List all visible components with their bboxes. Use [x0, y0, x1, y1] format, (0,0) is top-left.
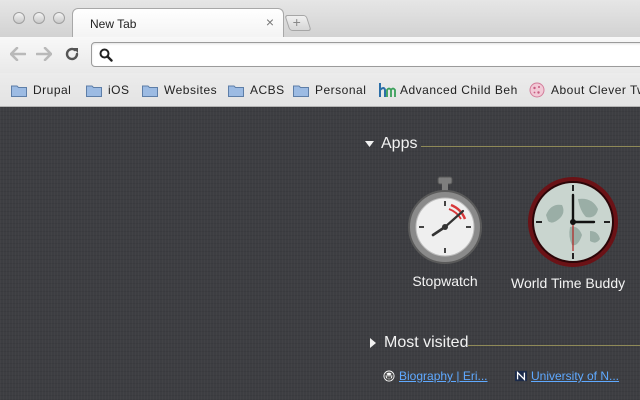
tab-new-tab[interactable]: New Tab × — [72, 8, 284, 38]
app-world-time-buddy[interactable]: World Time Buddy — [511, 175, 640, 291]
tab-title: New Tab — [90, 17, 137, 31]
app-stopwatch[interactable]: Stopwatch — [390, 175, 500, 289]
bookmark-label: Drupal — [33, 83, 72, 97]
bookmark-advanced-child-behavior[interactable]: Advanced Child Beha — [378, 79, 518, 101]
bookmark-label: ACBS — [250, 83, 285, 97]
apps-section-header[interactable]: Apps — [364, 135, 417, 153]
tab-strip: New Tab × + — [0, 0, 640, 38]
plus-icon: + — [292, 14, 301, 30]
reload-icon — [65, 47, 79, 61]
new-tab-page: Apps Stopwatch World Time Buddy Most vis… — [0, 107, 640, 400]
back-arrow-icon — [10, 47, 26, 61]
apps-header-label: Apps — [381, 135, 418, 152]
browser-window: New Tab × + Drupal iOS Websites ACBS Per… — [0, 0, 640, 400]
bookmark-label: About Clever Tw — [551, 83, 640, 97]
most-visited-item[interactable]: Biography | Eri... — [383, 369, 488, 383]
cookie-icon — [529, 82, 545, 98]
n-logo-icon — [515, 370, 527, 382]
omnibox-input[interactable] — [91, 42, 640, 67]
forward-arrow-icon — [36, 47, 52, 61]
wordpress-icon — [383, 370, 395, 382]
bookmark-about-clever-twist[interactable]: About Clever Tw — [529, 79, 640, 101]
most-visited-header-label: Most visited — [384, 334, 469, 351]
bookmark-label: Websites — [164, 83, 218, 97]
most-visited-item[interactable]: University of N... — [515, 369, 619, 383]
tab-close-icon[interactable]: × — [266, 15, 274, 29]
bookmark-label: Personal — [315, 83, 367, 97]
world-clock-icon — [528, 177, 618, 267]
folder-icon — [293, 84, 309, 97]
stopwatch-icon — [408, 176, 482, 264]
folder-icon — [142, 84, 158, 97]
bookmark-personal[interactable]: Personal — [293, 79, 366, 101]
bookmark-label: Advanced Child Beha — [400, 83, 518, 97]
toolbar — [0, 37, 640, 73]
bookmark-websites[interactable]: Websites — [142, 79, 217, 101]
reload-button[interactable] — [61, 43, 83, 65]
bookmark-drupal[interactable]: Drupal — [11, 79, 71, 101]
folder-icon — [228, 84, 244, 97]
most-visited-section-header[interactable]: Most visited — [368, 334, 468, 352]
most-visited-link[interactable]: University of N... — [531, 369, 619, 383]
section-divider — [421, 146, 640, 147]
forward-button[interactable] — [33, 43, 55, 65]
most-visited-link[interactable]: Biography | Eri... — [399, 369, 488, 383]
close-window-button[interactable] — [13, 12, 25, 24]
minimize-window-button[interactable] — [33, 12, 45, 24]
triangle-down-icon — [365, 141, 374, 147]
bookmark-label: iOS — [108, 83, 130, 97]
folder-icon — [11, 84, 27, 97]
bookmark-ios[interactable]: iOS — [86, 79, 130, 101]
app-label: World Time Buddy — [511, 275, 626, 291]
bookmark-acbs[interactable]: ACBS — [228, 79, 285, 101]
section-divider — [468, 345, 640, 346]
new-tab-button[interactable]: + — [284, 14, 312, 31]
back-button[interactable] — [7, 43, 29, 65]
hm-logo-icon — [378, 81, 396, 99]
search-icon — [99, 48, 113, 62]
bookmarks-bar: Drupal iOS Websites ACBS Personal Advanc… — [0, 73, 640, 107]
folder-icon — [86, 84, 102, 97]
app-label: Stopwatch — [412, 273, 478, 289]
triangle-right-icon — [370, 338, 376, 348]
zoom-window-button[interactable] — [53, 12, 65, 24]
